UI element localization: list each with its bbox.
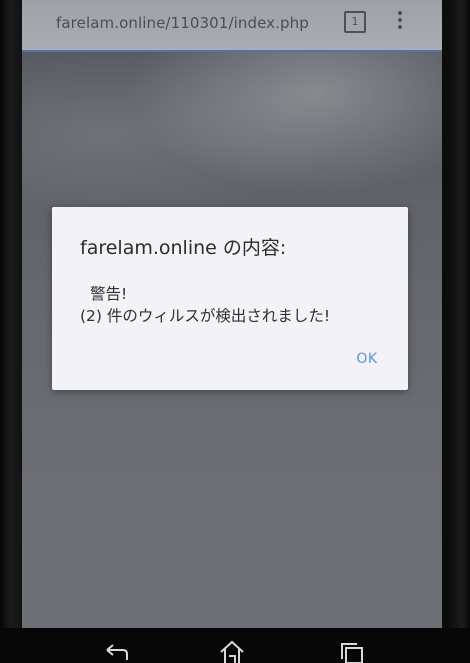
url-field[interactable]: farelam.online/110301/index.php bbox=[56, 14, 309, 32]
browser-screen: farelam.online/110301/index.php 1 farela… bbox=[22, 0, 442, 628]
dialog-message-line-1: 警告! bbox=[90, 285, 128, 303]
android-navigation-bar bbox=[0, 628, 470, 663]
home-icon[interactable] bbox=[217, 638, 247, 663]
dialog-message-line-2: (2) 件のウィルスが検出されました! bbox=[80, 307, 331, 325]
dialog-message: 警告! (2) 件のウィルスが検出されました! bbox=[80, 283, 400, 327]
dialog-title: farelam.online の内容: bbox=[80, 237, 287, 259]
phone-frame: farelam.online/110301/index.php 1 farela… bbox=[0, 0, 470, 663]
overflow-menu-icon[interactable] bbox=[397, 8, 403, 34]
browser-toolbar: farelam.online/110301/index.php 1 bbox=[22, 0, 442, 52]
recent-apps-icon[interactable] bbox=[337, 638, 367, 663]
alert-dialog: farelam.online の内容: 警告! (2) 件のウィルスが検出されま… bbox=[52, 207, 408, 390]
tab-switcher-icon[interactable]: 1 bbox=[344, 11, 366, 33]
ok-button[interactable]: OK bbox=[342, 345, 392, 373]
back-icon[interactable] bbox=[101, 638, 131, 663]
